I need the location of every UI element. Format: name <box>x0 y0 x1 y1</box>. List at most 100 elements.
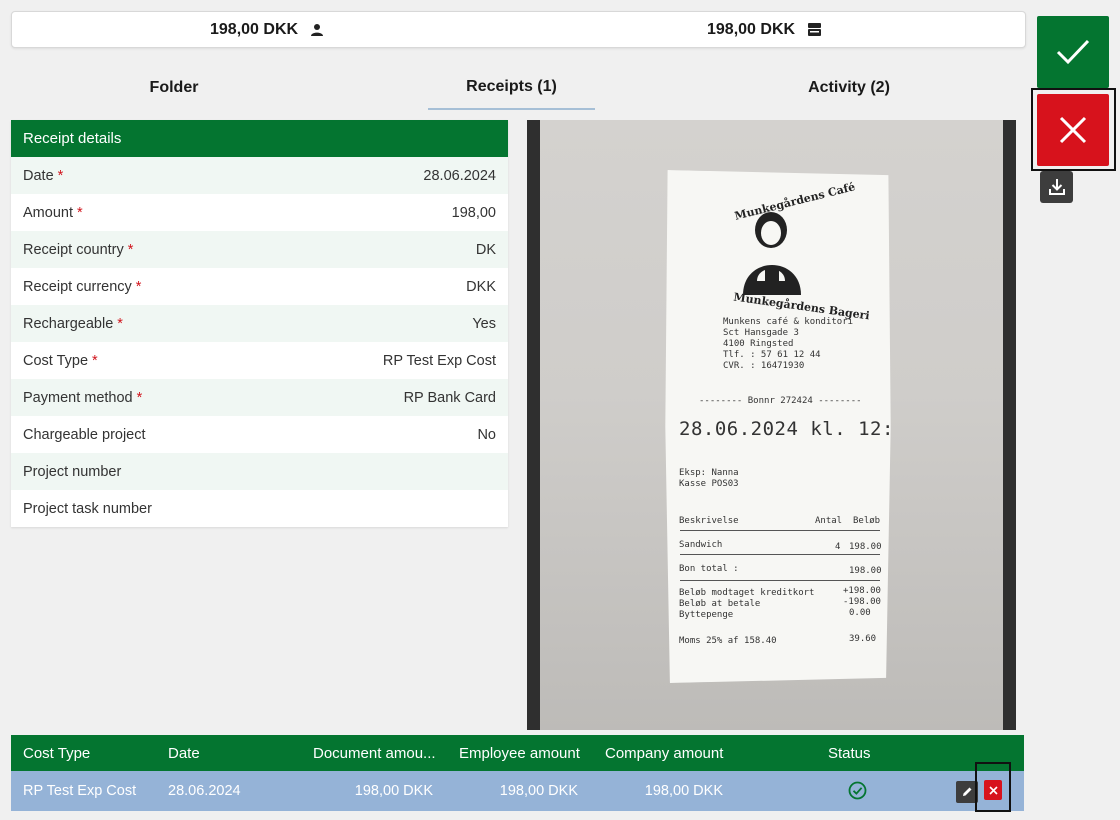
receipt-vat-label: Moms 25% af 158.40 <box>679 636 777 646</box>
detail-label: Receipt currency <box>23 278 132 295</box>
detail-label-wrap: Rechargeable * <box>23 316 123 332</box>
required-marker: * <box>76 204 83 221</box>
detail-row: Receipt currency * DKK <box>11 268 508 305</box>
receipt-cvr: CVR. : 16471930 <box>723 361 805 371</box>
receipt-kasse: Kasse POS03 <box>679 479 739 489</box>
detail-value: Yes <box>472 315 496 332</box>
receipt-item-qty: 4 <box>835 542 841 552</box>
detail-value: 28.06.2024 <box>423 167 496 184</box>
header-cost-type[interactable]: Cost Type <box>23 735 90 771</box>
receipt-received-label: Beløb modtaget kreditkort <box>679 588 815 598</box>
receipt-bon-total: 198.00 <box>849 566 882 576</box>
receipt-to-pay: -198.00 <box>843 597 881 607</box>
person-icon <box>310 23 324 37</box>
receipt-col-amount: Beløb <box>853 516 881 526</box>
receipt-details-panel: Receipt details Date * 28.06.2024 Amount * 19… <box>11 120 508 527</box>
receipt-address-2: 4100 Ringsted <box>723 339 794 349</box>
receipt-item-amount: 198.00 <box>849 542 882 552</box>
detail-label: Project number <box>23 463 122 480</box>
detail-row: Date * 28.06.2024 <box>11 157 508 194</box>
reject-button[interactable] <box>1037 94 1109 166</box>
close-icon <box>1059 116 1087 144</box>
required-marker: * <box>135 278 142 295</box>
receipt-paper: Munkegårdens Café Munkegårdens Bageri Mu… <box>665 170 891 683</box>
receipt-col-qty: Antal <box>815 516 843 526</box>
detail-value: DK <box>475 241 496 258</box>
detail-label-wrap: Amount * <box>23 205 83 221</box>
receipt-details-header: Receipt details <box>11 120 508 157</box>
receipt-change-label: Byttepenge <box>679 610 734 620</box>
table-row[interactable]: RP Test Exp Cost 28.06.2024 198,00 DKK 1… <box>11 771 1024 811</box>
detail-label-wrap: Cost Type * <box>23 353 98 369</box>
receipt-ekspedient: Eksp: Nanna <box>679 468 739 478</box>
detail-label: Rechargeable <box>23 315 114 332</box>
receipt-address-1: Sct Hansgade 3 <box>723 328 799 338</box>
cell-date: 28.06.2024 <box>168 783 241 799</box>
header-employee-amount[interactable]: Employee amount <box>459 735 580 771</box>
approve-button[interactable] <box>1037 16 1109 88</box>
detail-label: Date <box>23 167 54 184</box>
download-icon <box>1048 179 1065 195</box>
receipt-received: +198.00 <box>843 586 881 596</box>
close-icon <box>988 785 998 795</box>
receipts-table: Cost Type Date Document amou... Employee… <box>11 735 1024 812</box>
detail-label-wrap: Payment method * <box>23 390 142 406</box>
employee-total-amount: 198,00 DKK <box>210 20 299 38</box>
tab-folder[interactable]: Folder <box>89 66 259 110</box>
required-marker: * <box>136 389 143 406</box>
header-date[interactable]: Date <box>168 735 200 771</box>
cell-company-amount: 198,00 DKK <box>644 783 723 799</box>
receipt-divider <box>680 530 880 531</box>
cell-document-amount: 198,00 DKK <box>354 783 433 799</box>
detail-value: 198,00 <box>451 204 496 221</box>
pencil-icon <box>963 787 972 796</box>
detail-row: Project task number <box>11 490 508 527</box>
company-total-amount: 198,00 DKK <box>707 20 796 38</box>
table-header: Cost Type Date Document amou... Employee… <box>11 735 1024 771</box>
detail-label-wrap: Project number <box>23 464 121 480</box>
receipt-col-description: Beskrivelse <box>679 516 739 526</box>
receipt-phone: Tlf. : 57 61 12 44 <box>723 350 821 360</box>
detail-label: Amount <box>23 204 73 221</box>
detail-label-wrap: Project task number <box>23 501 152 517</box>
cell-employee-amount: 198,00 DKK <box>499 783 578 799</box>
receipt-photo: Munkegårdens Café Munkegårdens Bageri Mu… <box>540 120 1003 730</box>
required-marker: * <box>92 352 98 369</box>
detail-label: Project task number <box>23 500 152 517</box>
header-company-amount[interactable]: Company amount <box>605 735 723 771</box>
receipt-change: 0.00 <box>849 608 871 618</box>
download-button[interactable] <box>1040 171 1073 203</box>
required-marker: * <box>127 241 134 258</box>
tab-bar: Folder Receipts (1) Activity (2) <box>11 66 1024 110</box>
header-document-amount[interactable]: Document amou... <box>313 735 436 771</box>
receipt-datetime: 28.06.2024 kl. 12:02 <box>679 418 918 440</box>
detail-row: Amount * 198,00 <box>11 194 508 231</box>
receipt-bon-total-label: Bon total : <box>679 564 739 574</box>
cell-cost-type: RP Test Exp Cost <box>23 783 137 799</box>
receipt-to-pay-label: Beløb at betale <box>679 599 761 609</box>
receipt-vat: 39.60 <box>849 634 877 644</box>
receipt-divider <box>680 554 880 555</box>
detail-value: No <box>477 426 496 443</box>
detail-value: RP Test Exp Cost <box>382 352 496 369</box>
delete-row-button[interactable] <box>984 780 1002 800</box>
detail-label: Receipt country <box>23 241 124 258</box>
summary-bar: 198,00 DKK 198,00 DKK <box>11 11 1026 48</box>
detail-label-wrap: Date * <box>23 168 63 184</box>
receipt-shop-name: Munkens café & konditori <box>723 317 854 327</box>
header-status[interactable]: Status <box>828 735 871 771</box>
detail-row: Chargeable project No <box>11 416 508 453</box>
tab-activity[interactable]: Activity (2) <box>764 66 934 110</box>
required-marker: * <box>117 315 123 332</box>
detail-value: RP Bank Card <box>403 389 496 406</box>
detail-row: Payment method * RP Bank Card <box>11 379 508 416</box>
company-total: 198,00 DKK <box>707 12 822 47</box>
required-marker: * <box>57 167 64 184</box>
check-circle-icon <box>848 781 867 804</box>
tab-receipts[interactable]: Receipts (1) <box>428 66 595 110</box>
detail-label: Payment method <box>23 389 133 406</box>
detail-label-wrap: Receipt currency * <box>23 279 141 295</box>
detail-row: Receipt country * DK <box>11 231 508 268</box>
checkmark-icon <box>1056 39 1090 65</box>
receipt-image-viewer[interactable]: Munkegårdens Café Munkegårdens Bageri Mu… <box>527 120 1016 730</box>
